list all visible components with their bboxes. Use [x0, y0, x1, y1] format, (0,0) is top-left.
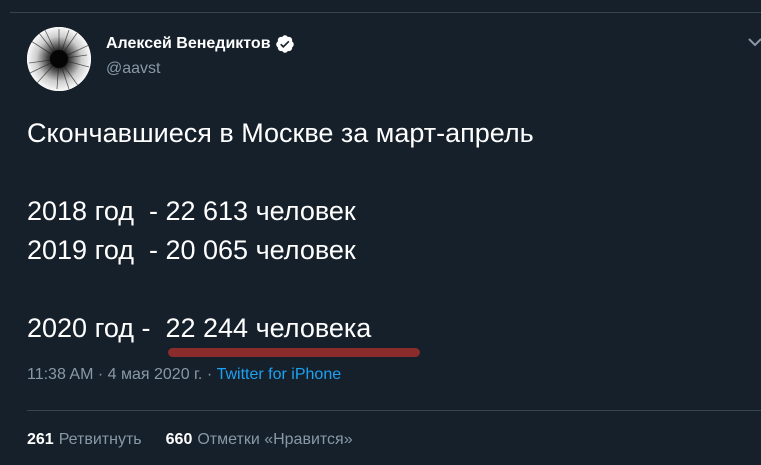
- likes-label: Отметки «Нравится»: [197, 431, 353, 448]
- likes-count: 660: [165, 431, 193, 448]
- retweets-count: 261: [27, 431, 54, 448]
- stats-divider: [27, 410, 761, 411]
- tweet-stats: 261 Ретвитнуть 660 Отметки «Нравится»: [27, 431, 353, 449]
- tweet-time[interactable]: 11:38 AM: [27, 366, 93, 383]
- verified-badge-icon: [275, 34, 295, 54]
- tweet-line: 2018 год - 22 613 человек: [27, 196, 356, 226]
- tweet-line: Скончавшиеся в Москве за март-апрель: [27, 118, 534, 148]
- tweet-line: 2019 год - 20 065 человек: [27, 235, 356, 265]
- tweet-meta: 11:38 AM · 4 мая 2020 г. · Twitter for i…: [27, 366, 341, 384]
- meta-separator: ·: [206, 366, 217, 383]
- author-name-row[interactable]: Алексей Венедиктов: [106, 34, 295, 54]
- highlight-underline: [168, 348, 420, 357]
- tweet-text: Скончавшиеся в Москве за март-апрель 201…: [27, 114, 747, 348]
- top-divider: [10, 12, 761, 13]
- retweets-label: Ретвитнуть: [58, 431, 142, 448]
- tweet-card: Алексей Венедиктов @aavst Скончавшиеся в…: [0, 0, 761, 465]
- author-display-name[interactable]: Алексей Венедиктов: [106, 35, 271, 53]
- avatar[interactable]: [27, 27, 91, 91]
- meta-separator: ·: [97, 366, 108, 383]
- tweet-source-link[interactable]: Twitter for iPhone: [217, 366, 342, 383]
- retweets-stat[interactable]: 261 Ретвитнуть: [27, 431, 142, 449]
- chevron-down-icon[interactable]: [743, 30, 761, 54]
- tweet-line: 2020 год - 22 244 человека: [27, 313, 372, 343]
- author-handle[interactable]: @aavst: [106, 60, 160, 78]
- tweet-date[interactable]: 4 мая 2020 г.: [108, 366, 203, 383]
- likes-stat[interactable]: 660 Отметки «Нравится»: [166, 431, 353, 449]
